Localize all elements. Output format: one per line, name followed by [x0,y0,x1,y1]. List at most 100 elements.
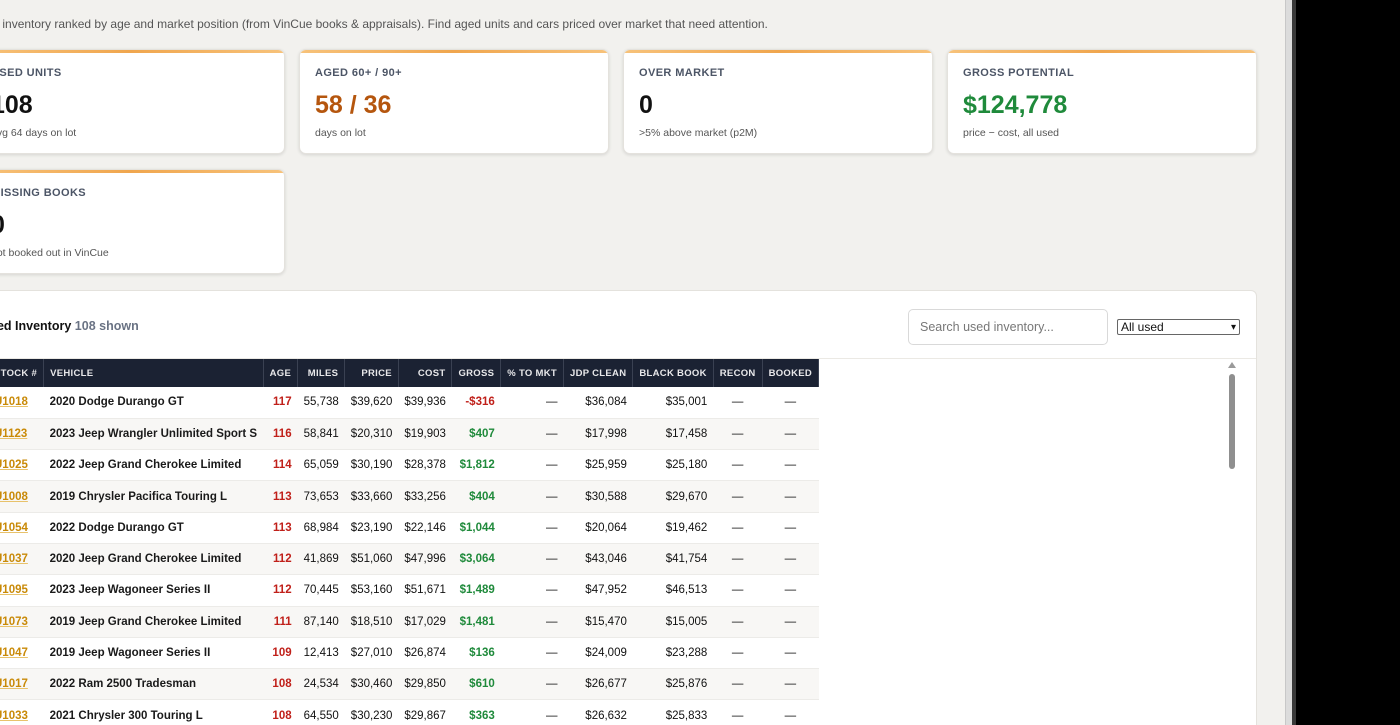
cell-vehicle: 2020 Jeep Grand Cherokee Limited [43,543,264,576]
col-header-miles[interactable]: MILES [297,359,346,387]
search-input[interactable] [908,309,1108,345]
cell-booked: — [762,387,819,419]
cell-stock[interactable]: U1025 [0,449,44,482]
cell-recon: — [713,699,763,725]
table-row[interactable]: U11232023 Jeep Wrangler Unlimited Sport … [0,418,819,451]
col-header-age[interactable]: AGE [263,359,299,387]
cell-recon: — [713,543,763,576]
cell-black-book: $41,754 [632,543,714,576]
cell-vehicle: 2023 Jeep Wagoneer Series II [43,574,264,607]
cell-cost: $22,146 [398,512,452,544]
table-row[interactable]: U10082019 Chrysler Pacifica Touring L113… [0,480,819,513]
table-row[interactable]: U10472019 Jeep Wagoneer Series II10912,4… [0,637,819,670]
cell-recon: — [713,418,763,451]
inventory-table: STOCK # VEHICLE AGE MILES PRICE COST GRO… [0,359,820,725]
cell-black-book: $46,513 [632,574,714,607]
inventory-title-text: Used Inventory [0,319,72,333]
scroll-up-arrow-icon[interactable] [1228,362,1236,368]
cell-jdp-clean: $26,632 [563,699,633,725]
col-header-stock[interactable]: STOCK # [0,359,45,387]
cell-jdp-clean: $47,952 [563,574,633,607]
table-row[interactable]: U10172022 Ram 2500 Tradesman10824,534$30… [0,668,819,701]
col-header-jdp-clean[interactable]: JDP CLEAN [563,359,634,387]
cell-jdp-clean: $17,998 [563,418,633,451]
col-header-vehicle[interactable]: VEHICLE [43,359,264,387]
col-header-pct-to-market[interactable]: % TO MKT [500,359,564,387]
cell-pct-to-market: — [500,418,564,451]
cell-price: $27,010 [344,637,399,670]
cell-age: 112 [263,574,298,607]
cell-miles: 65,059 [297,449,345,482]
table-row[interactable]: U10332021 Chrysler 300 Touring L10864,55… [0,699,819,725]
cell-cost: $29,850 [398,668,452,701]
col-header-gross[interactable]: GROSS [451,359,502,387]
cell-cost: $17,029 [398,606,452,638]
cell-price: $30,460 [344,668,399,701]
cell-vehicle: 2023 Jeep Wrangler Unlimited Sport S [43,418,264,451]
col-header-black-book[interactable]: BLACK BOOK [632,359,714,387]
cell-stock[interactable]: U1123 [0,418,44,451]
table-row[interactable]: U10252022 Jeep Grand Cherokee Limited114… [0,449,819,482]
cell-age: 108 [263,668,298,701]
stat-label: OVER MARKET [639,67,725,79]
cell-miles: 87,140 [297,606,345,638]
col-header-booked[interactable]: BOOKED [762,359,820,387]
cell-price: $30,230 [344,699,399,725]
inventory-title: Used Inventory 108 shown [0,319,139,333]
window-divider [1292,0,1296,725]
cell-black-book: $15,005 [632,606,714,638]
cell-stock[interactable]: U1018 [0,387,44,419]
stat-card-over-market: OVER MARKET 0 >5% above market (p2M) [623,49,933,154]
cell-booked: — [762,668,819,701]
col-header-price[interactable]: PRICE [344,359,399,387]
cell-cost: $28,378 [398,449,452,482]
cell-stock[interactable]: U1047 [0,637,44,670]
cell-pct-to-market: — [500,699,564,725]
cell-booked: — [762,449,819,482]
page-subtitle: Used inventory ranked by age and market … [0,17,768,31]
chevron-down-icon: ▾ [1230,322,1236,333]
cell-black-book: $25,180 [632,449,714,482]
cell-miles: 55,738 [297,387,345,419]
cell-gross: $404 [451,480,501,513]
cell-miles: 70,445 [297,574,345,607]
cell-black-book: $19,462 [632,512,714,544]
cell-pct-to-market: — [500,512,564,544]
cell-recon: — [713,449,763,482]
cell-age: 112 [263,543,298,576]
cell-black-book: $17,458 [632,418,714,451]
col-header-cost[interactable]: COST [398,359,453,387]
cell-stock[interactable]: U1033 [0,699,44,725]
stat-label: USED UNITS [0,67,62,79]
cell-cost: $33,256 [398,480,452,513]
cell-stock[interactable]: U1017 [0,668,44,701]
table-row[interactable]: U10372020 Jeep Grand Cherokee Limited112… [0,543,819,576]
inventory-filter-select[interactable]: All used ▾ [1117,319,1240,335]
stat-note: days on lot [315,127,366,139]
cell-stock[interactable]: U1037 [0,543,44,576]
scrollbar-thumb[interactable] [1229,374,1235,469]
cell-cost: $26,874 [398,637,452,670]
cell-miles: 64,550 [297,699,345,725]
cell-stock[interactable]: U1095 [0,574,44,607]
cell-cost: $51,671 [398,574,452,607]
table-row[interactable]: U10952023 Jeep Wagoneer Series II11270,4… [0,574,819,607]
table-row[interactable]: U10732019 Jeep Grand Cherokee Limited111… [0,606,819,638]
stat-label: GROSS POTENTIAL [963,67,1075,79]
cell-cost: $29,867 [398,699,452,725]
table-row[interactable]: U10542022 Dodge Durango GT11368,984$23,1… [0,512,819,544]
cell-vehicle: 2020 Dodge Durango GT [43,387,264,419]
cell-vehicle: 2019 Chrysler Pacifica Touring L [43,480,264,513]
stat-note: >5% above market (p2M) [639,127,758,139]
cell-recon: — [713,637,763,670]
col-header-recon[interactable]: RECON [713,359,763,387]
cell-stock[interactable]: U1073 [0,606,44,638]
cell-miles: 12,413 [297,637,345,670]
cell-stock[interactable]: U1054 [0,512,44,544]
cell-cost: $39,936 [398,387,452,419]
cell-age: 109 [263,637,298,670]
inventory-panel-header: Used Inventory 108 shown All used ▾ [0,291,1256,359]
table-row[interactable]: U10182020 Dodge Durango GT11755,738$39,6… [0,387,819,419]
cell-stock[interactable]: U1008 [0,480,44,513]
table-scrollbar[interactable] [1227,362,1237,725]
